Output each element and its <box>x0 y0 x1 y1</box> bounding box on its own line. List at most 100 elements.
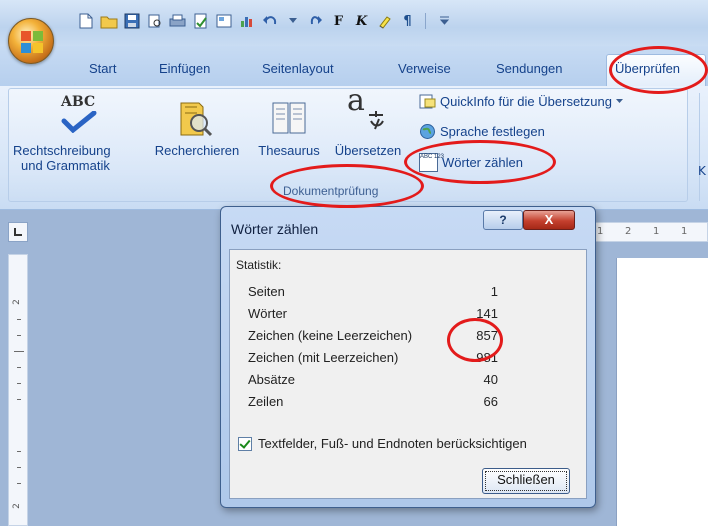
quickinfo-icon <box>419 94 436 109</box>
office-button[interactable] <box>8 18 54 64</box>
document-page[interactable] <box>616 258 708 526</box>
title-bar: F K ¶ <box>0 0 708 46</box>
ribbon: ABC Rechtschreibung und Grammatik Recher… <box>0 86 708 210</box>
redo-icon[interactable] <box>306 12 325 31</box>
group-label-dokumentpruefung: Dokumentprüfung <box>283 184 379 198</box>
include-footnotes-option[interactable]: Textfelder, Fuß- und Endnoten berücksich… <box>238 436 527 451</box>
page-layout-icon[interactable] <box>214 12 233 31</box>
tab-seitenlayout[interactable]: Seitenlayout <box>262 61 334 76</box>
office-logo-icon <box>21 31 43 53</box>
dropdown-arrow-icon[interactable] <box>283 12 302 31</box>
research-book-icon <box>180 102 213 137</box>
customize-toolbar-icon[interactable] <box>439 15 450 28</box>
translate-label: Übersetzen <box>334 143 402 158</box>
tab-selector-button[interactable] <box>8 222 28 242</box>
left-tab-icon <box>14 228 22 236</box>
stat-label: Absätze <box>248 372 295 387</box>
word-count-icon: ABC 123 <box>419 153 444 172</box>
word-count-label: Wörter zählen <box>442 155 523 170</box>
include-footnotes-label: Textfelder, Fuß- und Endnoten berücksich… <box>258 436 527 451</box>
ruler-tick <box>17 451 21 452</box>
research-label: Recherchieren <box>154 143 240 158</box>
statistics-label: Statistik: <box>236 258 282 272</box>
stat-label: Wörter <box>248 306 287 321</box>
open-folder-icon[interactable] <box>99 12 118 31</box>
spelling-check-icon[interactable] <box>191 12 210 31</box>
thesaurus-book-icon <box>272 102 306 134</box>
quickinfo-translation-button[interactable]: QuickInfo für die Übersetzung <box>419 93 623 110</box>
ruler-mark: 1 <box>681 226 688 237</box>
chart-icon[interactable] <box>237 12 256 31</box>
include-footnotes-checkbox[interactable] <box>238 436 252 451</box>
quickinfo-label: QuickInfo für die Übersetzung <box>440 94 612 109</box>
group-divider <box>699 93 700 201</box>
horizontal-ruler[interactable]: 1 2 1 1 <box>590 222 708 242</box>
stat-label: Zeichen (mit Leerzeichen) <box>248 350 399 365</box>
pilcrow-icon[interactable]: ¶ <box>398 12 417 31</box>
stat-value: 40 <box>483 372 498 387</box>
ribbon-tabs: Start Einfügen Seitenlayout Verweise Sen… <box>0 46 708 86</box>
translate-icon: a <box>347 86 384 130</box>
ruler-tick <box>17 399 21 400</box>
new-document-icon[interactable] <box>76 12 95 31</box>
word-count-button[interactable]: ABC 123 Wörter zählen <box>419 153 523 172</box>
ruler-tick <box>17 383 21 384</box>
stat-label: Seiten <box>248 284 285 299</box>
ruler-mark: 2 <box>625 226 632 237</box>
save-icon[interactable] <box>122 12 141 31</box>
highlighter-icon[interactable] <box>375 12 394 31</box>
globe-icon <box>420 124 435 139</box>
quick-access-toolbar: F K ¶ <box>58 8 558 34</box>
stat-row-zeichen-ohne: Zeichen (keine Leerzeichen) 857 <box>248 328 498 348</box>
research-button[interactable]: Recherchieren <box>145 93 249 179</box>
word-count-dialog: Wörter zählen ? X Statistik: Seiten 1 Wö… <box>220 206 596 508</box>
next-group-cutoff-label: K <box>698 164 706 178</box>
stat-label: Zeichen (keine Leerzeichen) <box>248 328 413 343</box>
stat-row-zeichen-mit: Zeichen (mit Leerzeichen) 981 <box>248 350 498 370</box>
ruler-tick <box>17 335 21 336</box>
undo-icon[interactable] <box>260 12 279 31</box>
set-language-label: Sprache festlegen <box>440 124 545 139</box>
thesaurus-label: Thesaurus <box>258 143 320 158</box>
tab-sendungen[interactable]: Sendungen <box>496 61 563 76</box>
dialog-body: Statistik: Seiten 1 Wörter 141 Zeichen (… <box>229 249 587 499</box>
stat-value: 857 <box>476 328 498 343</box>
print-icon[interactable] <box>168 12 187 31</box>
quickinfo-dropdown-icon[interactable] <box>615 99 623 104</box>
spelling-grammar-button[interactable]: ABC Rechtschreibung und Grammatik <box>13 93 143 179</box>
toolbar-separator <box>425 13 426 29</box>
dialog-help-button[interactable]: ? <box>483 210 523 230</box>
ruler-mark: 2 <box>11 299 22 305</box>
ruler-tick <box>17 367 21 368</box>
set-language-button[interactable]: Sprache festlegen <box>419 123 545 140</box>
bold-icon[interactable]: F <box>329 12 348 31</box>
ruler-tick <box>17 467 21 468</box>
tab-start[interactable]: Start <box>89 61 116 76</box>
stat-label: Zeilen <box>248 394 284 409</box>
ruler-mark: 1 <box>653 226 660 237</box>
ruler-mark: 2 <box>11 503 22 509</box>
stat-value: 981 <box>476 350 498 365</box>
tab-ueberpruefen[interactable]: Überprüfen <box>606 54 706 86</box>
thesaurus-button[interactable]: Thesaurus <box>251 93 327 179</box>
ruler-tick <box>14 351 24 352</box>
dialog-close-button[interactable]: X <box>523 210 575 230</box>
stat-value: 1 <box>490 284 498 299</box>
close-button[interactable]: Schließen <box>482 468 570 494</box>
tab-verweise[interactable]: Verweise <box>398 61 451 76</box>
ruler-tick <box>17 483 21 484</box>
vertical-ruler[interactable]: 2 2 <box>8 254 28 526</box>
tab-ueberpruefen-label: Überprüfen <box>615 61 681 76</box>
spelling-abc-icon: ABC <box>61 95 97 133</box>
spelling-label-line1: Rechtschreibung <box>13 143 111 158</box>
stat-row-absaetze: Absätze 40 <box>248 372 498 392</box>
spelling-label-line2: und Grammatik <box>21 158 110 173</box>
print-preview-icon[interactable] <box>145 12 164 31</box>
stat-row-seiten: Seiten 1 <box>248 284 498 304</box>
translate-button[interactable]: a Übersetzen <box>325 86 411 179</box>
italic-icon[interactable]: K <box>352 12 371 31</box>
tab-einfuegen[interactable]: Einfügen <box>159 61 210 76</box>
stat-row-woerter: Wörter 141 <box>248 306 498 326</box>
stat-value: 141 <box>476 306 498 321</box>
dialog-title: Wörter zählen <box>231 221 319 237</box>
